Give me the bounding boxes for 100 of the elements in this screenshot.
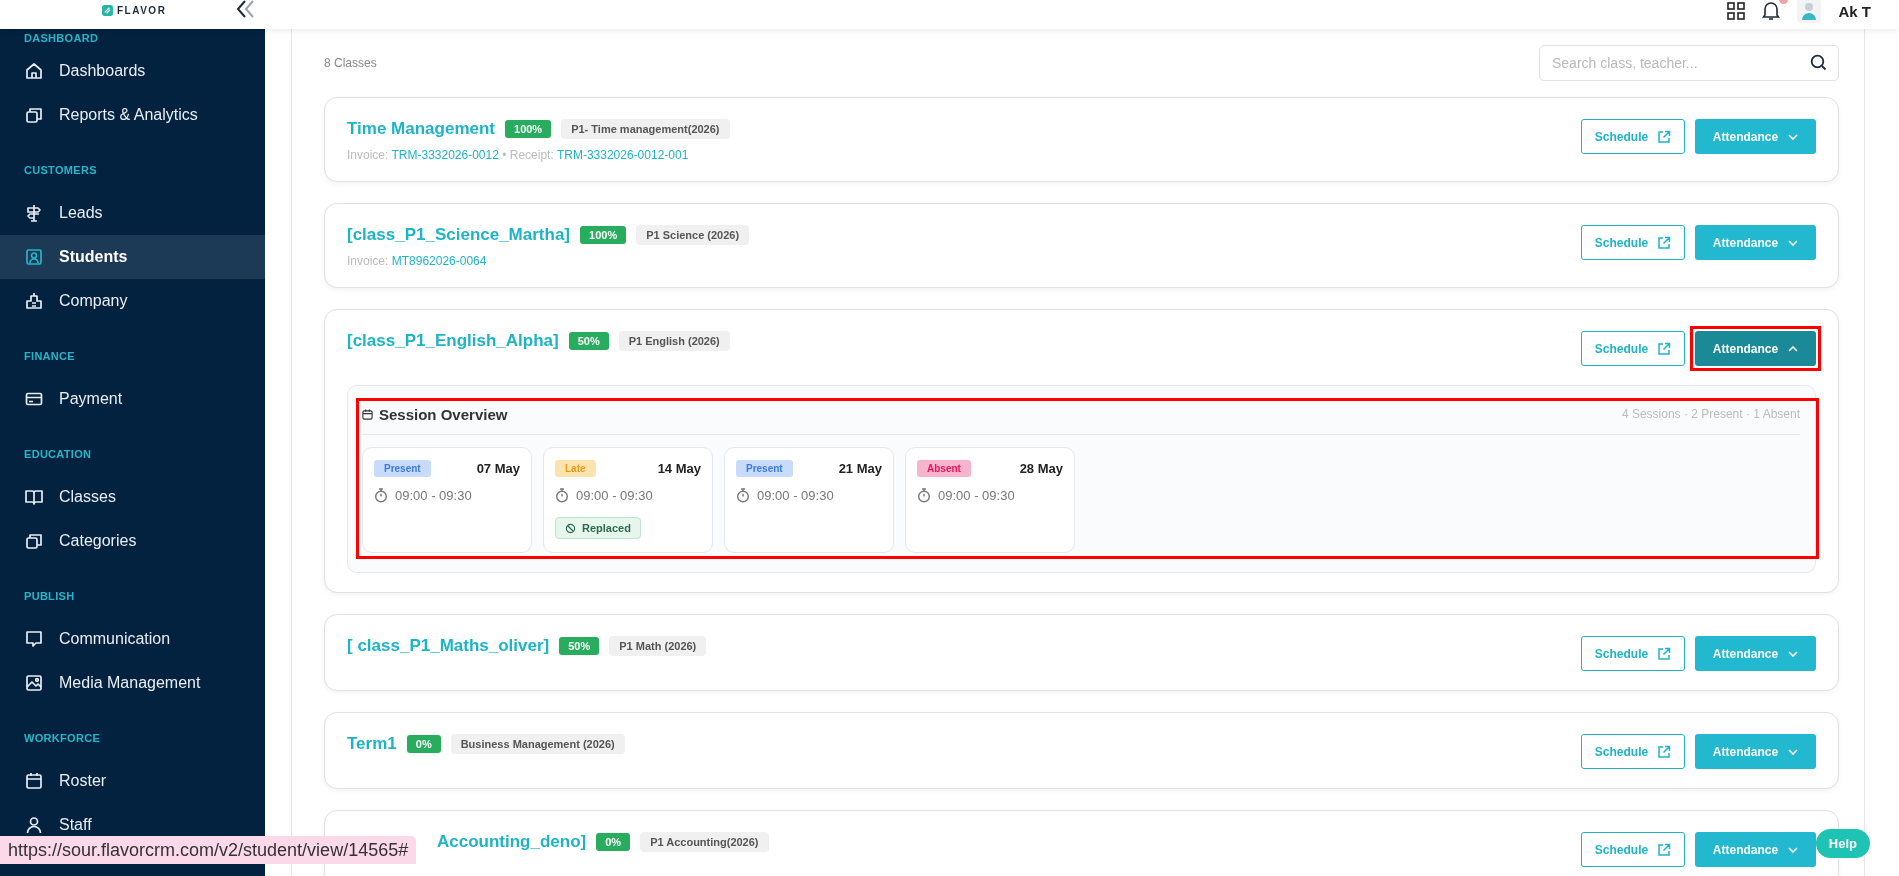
status-badge: Present: [374, 460, 431, 477]
nav-item[interactable]: Media Management: [0, 661, 265, 705]
session-card[interactable]: Present 21 May 09:00 - 09:30: [724, 447, 894, 553]
speech-bubble-icon: [24, 629, 44, 649]
nav-item[interactable]: Leads: [0, 191, 265, 235]
invoice-link[interactable]: MT8962026-0064: [391, 254, 487, 268]
session-time: 09:00 - 09:30: [395, 488, 472, 503]
book-icon: [24, 487, 44, 507]
invoice-link[interactable]: TRM-3332026-0012: [391, 148, 499, 162]
chevron-down-icon: [1788, 748, 1799, 755]
session-card[interactable]: Late 14 May 09:00 - 09:30 Replaced: [543, 447, 713, 553]
session-time: 09:00 - 09:30: [576, 488, 653, 503]
attendance-button[interactable]: Attendance: [1695, 832, 1816, 867]
external-link-icon: [1657, 341, 1672, 356]
session-date: 14 May: [657, 461, 701, 476]
attendance-button[interactable]: Attendance: [1695, 119, 1816, 154]
schedule-button[interactable]: Schedule: [1581, 734, 1685, 769]
external-link-icon: [1657, 646, 1672, 661]
schedule-button[interactable]: Schedule: [1581, 636, 1685, 671]
progress-badge: 100%: [505, 120, 552, 138]
stacked-squares-icon: [24, 531, 44, 551]
chevron-down-icon: [1788, 239, 1799, 246]
nav-item[interactable]: Dashboards: [0, 49, 265, 93]
class-title[interactable]: [class_P1_English_Alpha]: [347, 331, 559, 351]
class-title[interactable]: [class_P1_Science_Martha]: [347, 225, 571, 245]
stacked-squares-icon: [24, 105, 44, 125]
attendance-button[interactable]: Attendance: [1695, 225, 1816, 260]
session-time: 09:00 - 09:30: [938, 488, 1015, 503]
calendar-icon: [362, 408, 373, 420]
nav-item[interactable]: Communication: [0, 617, 265, 661]
replaced-badge: Replaced: [555, 517, 641, 539]
search-icon[interactable]: [1810, 54, 1827, 71]
class-title[interactable]: Time Management: [347, 119, 495, 139]
nav-item[interactable]: Students: [0, 235, 265, 279]
session-date: 07 May: [476, 461, 520, 476]
section-label: WORKFORCE: [23, 731, 102, 746]
course-tag: P1 English (2026): [618, 331, 730, 351]
session-date: 21 May: [838, 461, 882, 476]
external-link-icon: [1657, 842, 1672, 857]
help-button[interactable]: Help: [1815, 829, 1870, 858]
bell-icon[interactable]: [1762, 1, 1781, 21]
nav-item[interactable]: Payment: [0, 377, 265, 421]
nav-item[interactable]: Company: [0, 279, 265, 323]
progress-badge: 0%: [406, 735, 441, 753]
user-name[interactable]: Ak T: [1838, 2, 1871, 20]
chevron-down-icon: [1788, 846, 1799, 853]
user-icon: [24, 815, 44, 835]
status-badge: Present: [736, 460, 793, 477]
signpost-icon: [24, 203, 44, 223]
course-tag: P1 Accounting(2026): [640, 832, 769, 852]
external-link-icon: [1657, 235, 1672, 250]
class-title[interactable]: Term1: [347, 734, 397, 754]
progress-badge: 100%: [580, 226, 627, 244]
nav-item[interactable]: Categories: [0, 519, 265, 563]
session-date: 28 May: [1019, 461, 1063, 476]
session-time: 09:00 - 09:30: [757, 488, 834, 503]
attendance-button[interactable]: Attendance: [1695, 734, 1816, 769]
attendance-button[interactable]: Attendance: [1695, 331, 1816, 366]
double-chevron-icon[interactable]: [236, 0, 256, 18]
stopwatch-icon: [917, 488, 931, 503]
session-card[interactable]: Absent 28 May 09:00 - 09:30: [905, 447, 1075, 553]
invoice-line: Invoice: MT8962026-0064: [347, 254, 488, 268]
section-label: FINANCE: [23, 349, 76, 364]
logo: FLAVOR: [102, 4, 167, 16]
schedule-button[interactable]: Schedule: [1581, 331, 1685, 366]
url-tooltip: https://sour.flavorcrm.com/v2/student/view/14565#: [0, 836, 417, 864]
section-label: CUSTOMERS: [23, 163, 98, 178]
class-title[interactable]: [ class_P1_Maths_oliver]: [347, 636, 550, 656]
class-title[interactable]: Accounting_deno]: [437, 832, 587, 852]
progress-badge: 50%: [568, 332, 609, 350]
building-icon: [24, 291, 44, 311]
chevron-up-icon: [1788, 345, 1799, 352]
course-tag: Business Management (2026): [450, 734, 625, 754]
course-tag: P1 Math (2026): [609, 636, 707, 656]
home-icon: [24, 61, 44, 81]
nav-item[interactable]: Classes: [0, 475, 265, 519]
search-field[interactable]: Search class, teacher...: [1539, 45, 1839, 81]
section-label: PUBLISH: [23, 589, 76, 604]
section-title: Session Overview: [379, 405, 508, 423]
attendance-button[interactable]: Attendance: [1695, 636, 1816, 671]
schedule-button[interactable]: Schedule: [1581, 225, 1685, 260]
schedule-button[interactable]: Schedule: [1581, 832, 1685, 867]
nav-item[interactable]: Reports & Analytics: [0, 93, 265, 137]
stopwatch-icon: [555, 488, 569, 503]
invoice-line: Invoice: TRM-3332026-0012 • Receipt: TRM-3332026-0012-001: [347, 148, 690, 162]
invoice-link[interactable]: TRM-3332026-0012-001: [556, 148, 689, 162]
progress-badge: 0%: [596, 833, 631, 851]
session-summary: 4 Sessions · 2 Present · 1 Absent: [1621, 407, 1800, 421]
section-label: DASHBOARD: [23, 31, 100, 46]
image-icon: [24, 673, 44, 693]
grid-icon[interactable]: [1727, 2, 1746, 20]
course-tag: P1 Science (2026): [636, 225, 750, 245]
schedule-button[interactable]: Schedule: [1581, 119, 1685, 154]
class-count: 8 Classes: [324, 56, 377, 70]
external-link-icon: [1657, 744, 1672, 759]
nav-item[interactable]: Roster: [0, 759, 265, 803]
progress-badge: 50%: [559, 637, 600, 655]
external-link-icon: [1657, 129, 1672, 144]
session-card[interactable]: Present 07 May 09:00 - 09:30: [362, 447, 532, 553]
stopwatch-icon: [374, 488, 388, 503]
